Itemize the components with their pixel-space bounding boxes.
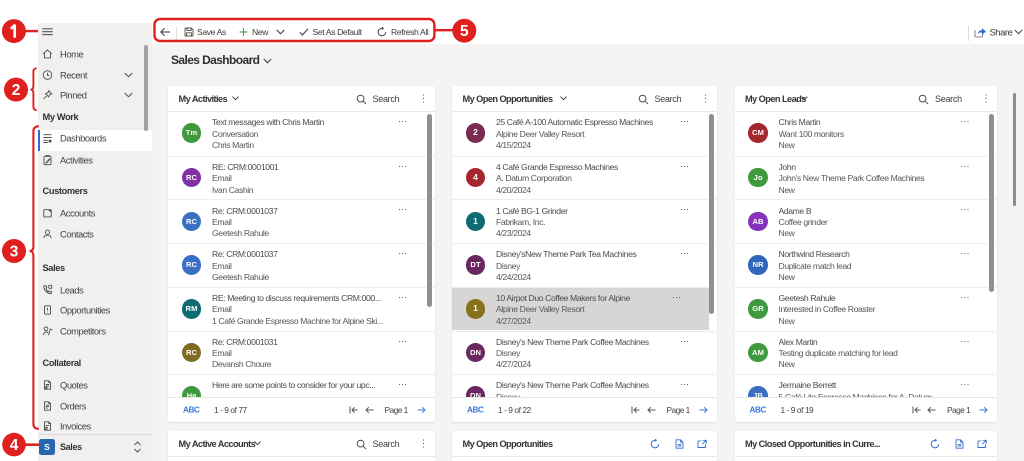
svg-text:4: 4 xyxy=(10,437,19,454)
svg-text:3: 3 xyxy=(10,244,19,261)
svg-text:2: 2 xyxy=(12,82,21,99)
